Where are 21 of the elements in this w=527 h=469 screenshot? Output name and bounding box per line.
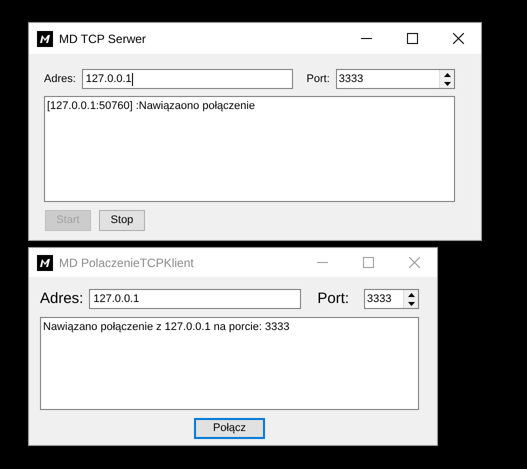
window-title: MD TCP Serwer: [59, 30, 147, 48]
port-label: Port:: [317, 288, 350, 309]
maximize-icon: [406, 33, 418, 44]
address-field[interactable]: 127.0.0.1: [82, 69, 293, 89]
port-spinner[interactable]: 3333: [336, 69, 455, 89]
port-label: Port:: [306, 72, 330, 87]
spin-up-icon[interactable]: [444, 72, 450, 76]
close-icon: [452, 33, 464, 44]
log-line: Nawiązano połączenie z 127.0.0.1 na porcie: 3333: [43, 320, 290, 335]
action-button[interactable]: Stop: [99, 210, 145, 231]
spin-down-icon[interactable]: [444, 82, 450, 86]
app-logo-icon: [37, 254, 53, 270]
spin-down-icon[interactable]: [408, 302, 414, 306]
log-line: [127.0.0.1:50760] :Nawiązaono połączenie: [47, 99, 256, 114]
spin-up-icon[interactable]: [408, 292, 414, 296]
maximize-icon: [362, 257, 374, 268]
app-logo-icon: [37, 30, 53, 46]
close-icon: [408, 257, 420, 268]
address-label: Adres:: [40, 288, 84, 309]
window-title: MD PolaczenieTCPKlient: [59, 254, 195, 272]
address-label: Adres:: [44, 72, 76, 87]
